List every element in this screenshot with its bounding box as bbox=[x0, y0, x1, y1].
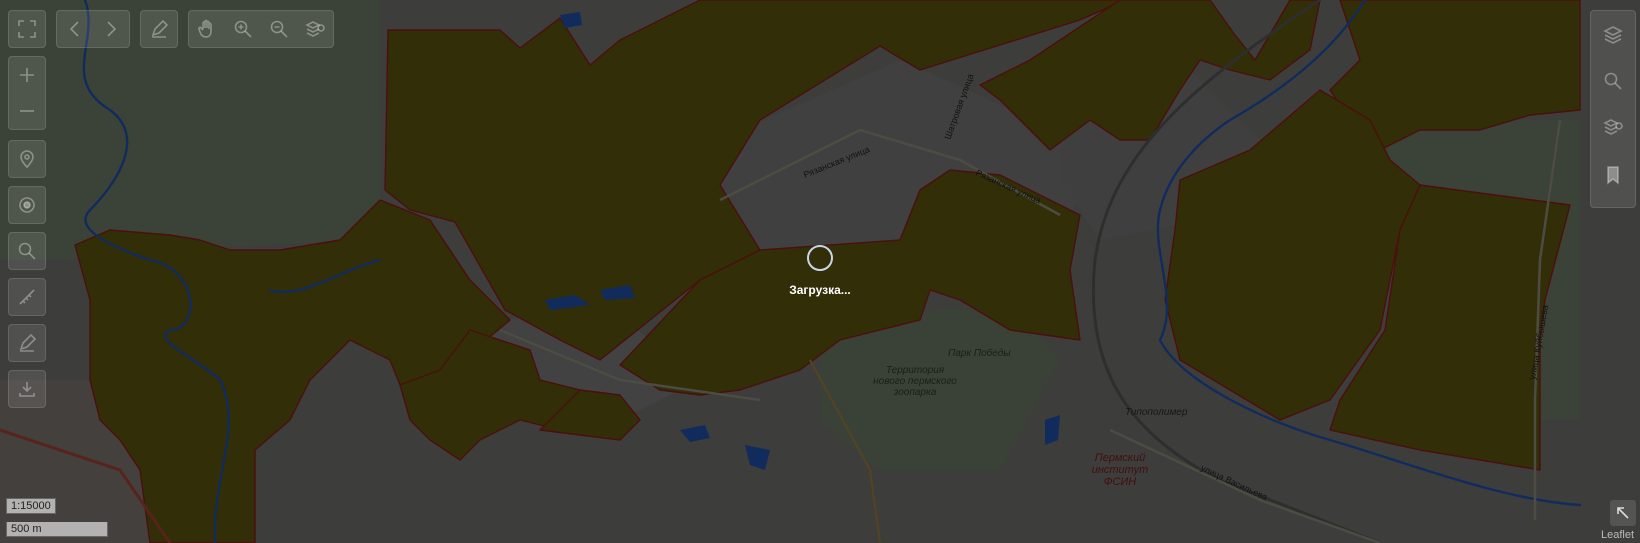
scale-distance: 500 m bbox=[6, 522, 108, 537]
map-tools-toolbar bbox=[188, 10, 334, 48]
ruler-icon bbox=[19, 289, 35, 305]
loading-text: Загрузка... bbox=[789, 283, 851, 297]
history-toolbar bbox=[56, 10, 130, 48]
edit-icon bbox=[151, 19, 169, 38]
zoom-plus-icon bbox=[20, 68, 34, 82]
back-icon bbox=[69, 21, 79, 37]
edit-toolbar bbox=[140, 10, 178, 48]
location-pin-icon bbox=[20, 150, 34, 169]
zoom-minus-button[interactable] bbox=[11, 95, 43, 127]
layers-info-icon bbox=[1603, 119, 1623, 135]
bookmark-icon bbox=[1607, 166, 1619, 185]
pan-button[interactable] bbox=[191, 13, 223, 45]
draw-toolbar bbox=[8, 324, 46, 362]
pan-hand-icon bbox=[198, 19, 212, 38]
target-icon bbox=[19, 197, 35, 213]
right-search-button[interactable] bbox=[1597, 65, 1629, 97]
search-icon bbox=[18, 242, 36, 260]
zoom-in-icon bbox=[234, 20, 252, 38]
draw-icon bbox=[19, 333, 37, 352]
fullscreen-icon bbox=[18, 20, 36, 38]
ruler-toolbar bbox=[8, 278, 46, 316]
location-toolbar bbox=[8, 140, 46, 178]
forward-icon bbox=[107, 21, 117, 37]
right-toolbar bbox=[1590, 10, 1636, 208]
layers-info-icon bbox=[305, 21, 325, 37]
right-layers-info-button[interactable] bbox=[1597, 111, 1629, 143]
back-button[interactable] bbox=[59, 13, 91, 45]
target-toolbar bbox=[8, 186, 46, 224]
search-toolbar bbox=[8, 232, 46, 270]
edit-button[interactable] bbox=[143, 13, 175, 45]
layers-icon bbox=[1603, 26, 1623, 44]
loading-overlay bbox=[0, 0, 1640, 543]
location-button[interactable] bbox=[11, 143, 43, 175]
draw-button[interactable] bbox=[11, 327, 43, 359]
loading-spinner bbox=[807, 245, 833, 271]
zoom-in-button[interactable] bbox=[227, 13, 259, 45]
download-toolbar bbox=[8, 370, 46, 408]
expand-corner-button[interactable] bbox=[1610, 500, 1636, 526]
arrow-up-left-icon bbox=[1617, 507, 1629, 519]
scale-ratio: 1:15000 bbox=[6, 498, 56, 514]
layers-button[interactable] bbox=[1597, 19, 1629, 51]
top-toolbar bbox=[8, 10, 46, 48]
download-icon bbox=[19, 382, 35, 397]
attribution-link[interactable]: Leaflet bbox=[1601, 529, 1634, 541]
layers-info-button[interactable] bbox=[299, 13, 331, 45]
search-icon bbox=[1604, 72, 1622, 90]
download-button[interactable] bbox=[11, 373, 43, 405]
ruler-button[interactable] bbox=[11, 281, 43, 313]
zoom-plus-button[interactable] bbox=[11, 59, 43, 91]
zoom-out-button[interactable] bbox=[263, 13, 295, 45]
fullscreen-button[interactable] bbox=[11, 13, 43, 45]
zoom-minus-icon bbox=[20, 110, 34, 112]
zoom-out-icon bbox=[270, 20, 288, 38]
bookmark-button[interactable] bbox=[1597, 159, 1629, 191]
search-button[interactable] bbox=[11, 235, 43, 267]
zoom-toolbar bbox=[8, 56, 46, 130]
target-button[interactable] bbox=[11, 189, 43, 221]
forward-button[interactable] bbox=[95, 13, 127, 45]
